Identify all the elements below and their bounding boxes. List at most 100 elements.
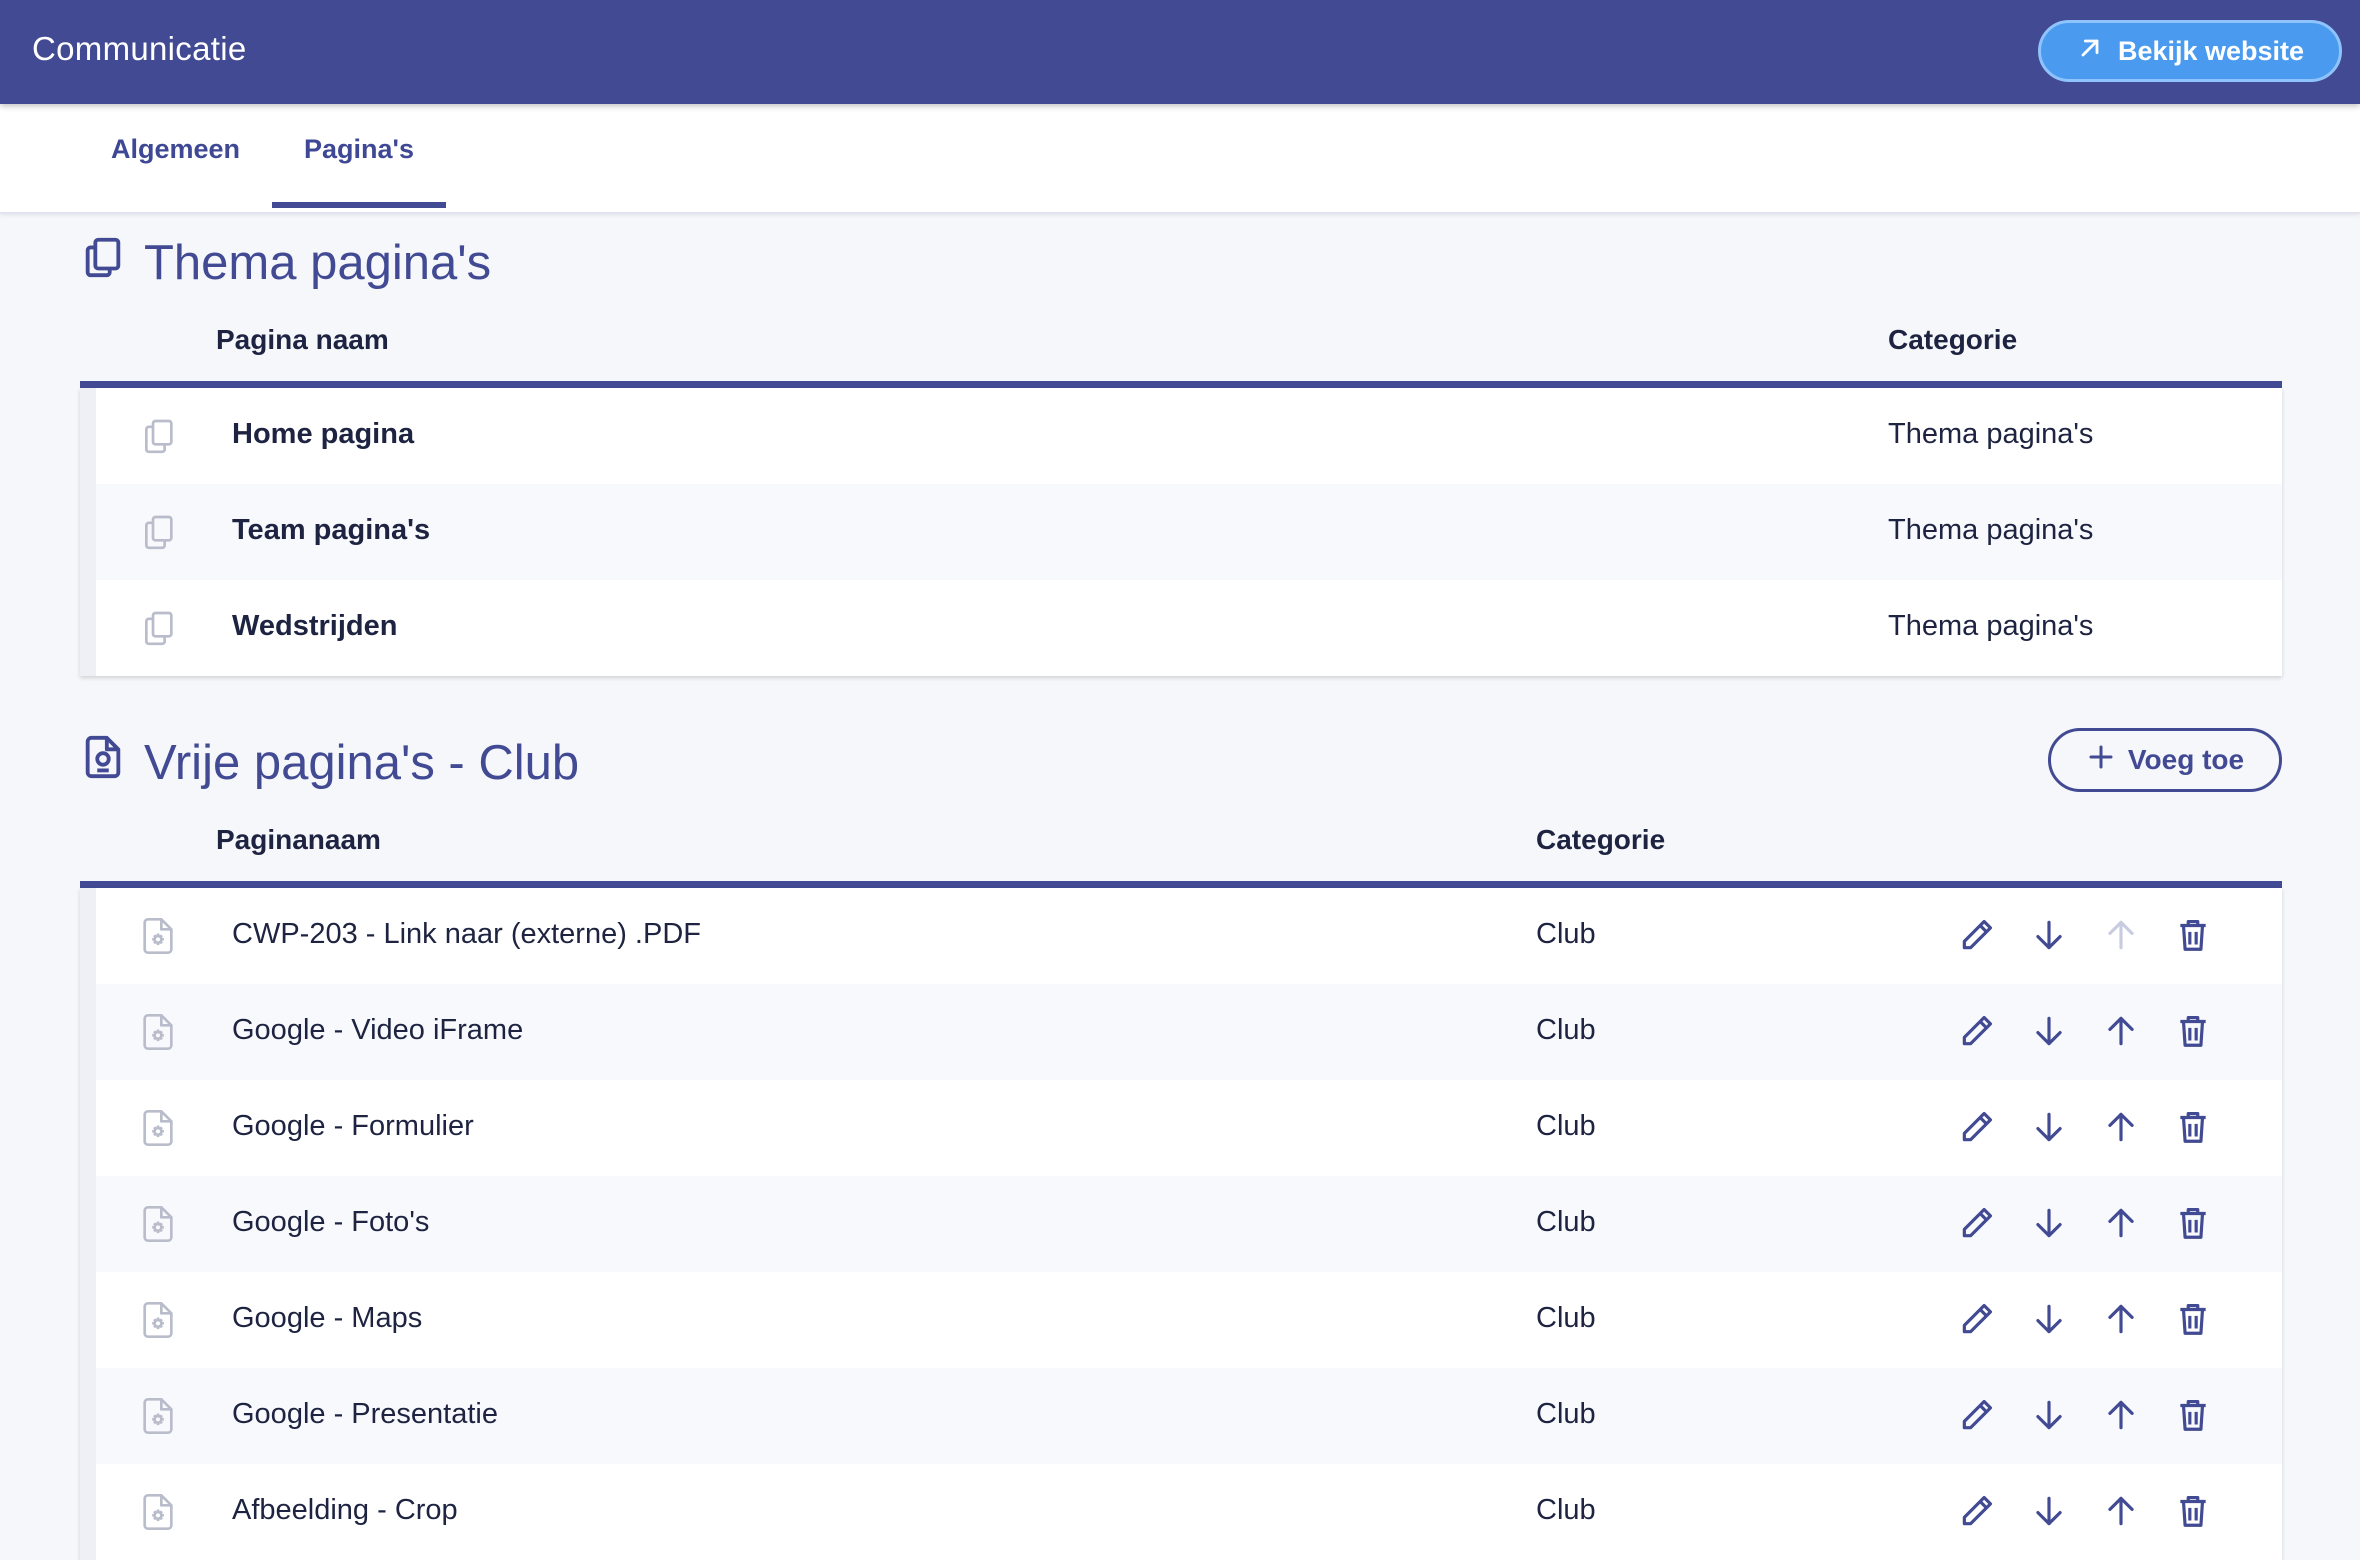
pencil-icon[interactable] [1958,1202,1996,1244]
add-page-button[interactable]: Voeg toe [2048,728,2282,792]
copy-pages-icon [138,608,178,648]
pencil-icon[interactable] [1958,1106,1996,1148]
page-name[interactable]: CWP-203 - Link naar (externe) .PDF [232,918,701,951]
theme-section-title: Thema pagina's [144,236,492,290]
page-category: Club [1536,1014,1596,1046]
page-gear-icon [138,916,178,956]
theme-pages-table: Home pagina Thema pagina's Team pagina's… [80,388,2282,676]
pencil-icon[interactable] [1958,1394,1996,1436]
pencil-icon[interactable] [1958,914,1996,956]
arrow-down-icon[interactable] [2030,1202,2068,1244]
app-title: Communicatie [32,30,247,67]
row-actions [1958,1394,2212,1436]
page-name[interactable]: Google - Presentatie [232,1398,498,1431]
column-header-category: Categorie [1888,324,2018,355]
arrow-down-icon[interactable] [2030,1394,2068,1436]
row-actions [1958,1490,2212,1532]
arrow-down-icon[interactable] [2030,1010,2068,1052]
table-row[interactable]: Google - Video iFrame Club [80,984,2282,1080]
row-actions [1958,1202,2212,1244]
page-category: Club [1536,1302,1596,1334]
pencil-icon[interactable] [1958,1490,1996,1532]
page-category: Club [1536,1206,1596,1238]
arrow-up-icon[interactable] [2102,1394,2140,1436]
tab-bar: Algemeen Pagina's [0,104,2360,214]
copy-pages-icon [138,416,178,456]
trash-icon[interactable] [2174,1106,2212,1148]
table-row[interactable]: Afbeelding - Crop Club [80,1464,2282,1560]
row-actions [1958,1010,2212,1052]
page-name[interactable]: Team pagina's [232,514,430,547]
trash-icon[interactable] [2174,1298,2212,1340]
arrow-up-icon[interactable] [2102,1106,2140,1148]
pencil-icon[interactable] [1958,1010,1996,1052]
view-website-label: Bekijk website [2117,35,2305,66]
arrow-down-icon[interactable] [2030,1298,2068,1340]
trash-icon[interactable] [2174,1394,2212,1436]
trash-icon[interactable] [2174,1010,2212,1052]
page-name[interactable]: Afbeelding - Crop [232,1494,458,1527]
table-header-rule [80,881,2282,888]
theme-section-header: Thema pagina's [80,234,491,292]
page-category: Club [1536,1494,1596,1526]
row-actions [1958,914,2212,956]
page-name[interactable]: Google - Foto's [232,1206,429,1239]
copy-pages-icon [80,234,126,292]
column-header-category: Categorie [1536,824,1666,855]
page-category: Thema pagina's [1888,514,2094,546]
table-row[interactable]: CWP-203 - Link naar (externe) .PDF Club [80,888,2282,984]
page-category: Thema pagina's [1888,610,2094,642]
plus-icon [2086,742,2116,779]
page-name[interactable]: Google - Video iFrame [232,1014,523,1047]
arrow-up-right-icon [2076,34,2104,69]
app-header: Communicatie Bekijk website [0,0,2360,104]
view-website-button[interactable]: Bekijk website [2038,20,2342,82]
trash-icon[interactable] [2174,1490,2212,1532]
arrow-up-icon[interactable] [2102,1490,2140,1532]
page-name[interactable]: Google - Formulier [232,1110,474,1143]
page-category: Thema pagina's [1888,418,2094,450]
copy-pages-icon [138,512,178,552]
row-actions [1958,1298,2212,1340]
arrow-up-icon[interactable] [2102,1202,2140,1244]
column-header-page-name: Pagina naam [216,324,389,355]
table-row[interactable]: Google - Formulier Club [80,1080,2282,1176]
page-gear-icon [138,1492,178,1532]
table-header-rule [80,381,2282,388]
tab-paginas[interactable]: Pagina's [304,134,414,165]
page-category: Club [1536,1110,1596,1142]
table-row[interactable]: Google - Maps Club [80,1272,2282,1368]
pencil-icon[interactable] [1958,1298,1996,1340]
page-gear-icon [138,1396,178,1436]
arrow-down-icon[interactable] [2030,1490,2068,1532]
page-category: Club [1536,918,1596,950]
active-tab-indicator [272,202,446,208]
table-row[interactable]: Team pagina's Thema pagina's [80,484,2282,580]
arrow-up-icon[interactable] [2102,1010,2140,1052]
page-gear-icon [138,1204,178,1244]
table-row[interactable]: Home pagina Thema pagina's [80,388,2282,484]
row-actions [1958,1106,2212,1148]
page-gear-icon [138,1012,178,1052]
arrow-up-icon[interactable] [2102,1298,2140,1340]
free-pages-table: CWP-203 - Link naar (externe) .PDF Club Go… [80,888,2282,1560]
tab-algemeen[interactable]: Algemeen [111,134,240,165]
trash-icon[interactable] [2174,1202,2212,1244]
arrow-down-icon[interactable] [2030,914,2068,956]
page-gear-icon [138,1108,178,1148]
table-row[interactable]: Wedstrijden Thema pagina's [80,580,2282,676]
arrow-up-icon [2102,914,2140,956]
page-name[interactable]: Google - Maps [232,1302,422,1335]
page-category: Club [1536,1398,1596,1430]
add-page-label: Voeg toe [2127,744,2245,775]
arrow-down-icon[interactable] [2030,1106,2068,1148]
trash-icon[interactable] [2174,914,2212,956]
column-header-page-name: Paginanaam [216,824,381,855]
page-gear-icon [138,1300,178,1340]
free-section-title: Vrije pagina's - Club [144,736,580,790]
page-badge-icon [80,734,126,792]
table-row[interactable]: Google - Foto's Club [80,1176,2282,1272]
page-name[interactable]: Home pagina [232,418,414,451]
table-row[interactable]: Google - Presentatie Club [80,1368,2282,1464]
page-name[interactable]: Wedstrijden [232,610,397,643]
